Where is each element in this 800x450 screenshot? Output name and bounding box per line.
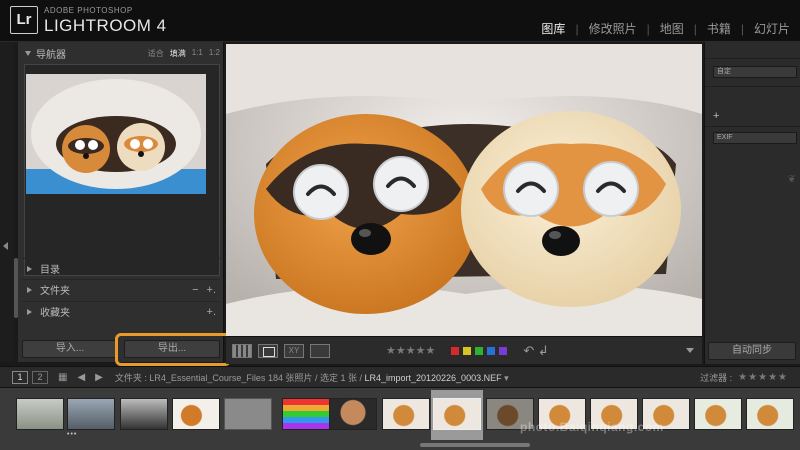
collapse-triangle-icon (27, 308, 32, 315)
filmstrip-thumbnail-selected[interactable] (433, 398, 481, 430)
filmstrip-thumbnail[interactable] (329, 398, 377, 430)
module-map[interactable]: 地图 (650, 20, 694, 37)
divider (705, 126, 800, 127)
source-path[interactable]: 文件夹 : LR4_Essential_Course_Files 184 张照片… (115, 371, 509, 384)
filmstrip-thumbnail[interactable] (172, 398, 220, 430)
divider (705, 58, 800, 59)
collapse-triangle-icon (27, 265, 32, 272)
collections-actions: +. (207, 306, 216, 318)
navigator-title: 导航器 (36, 49, 66, 61)
collapse-left-icon (3, 242, 8, 250)
module-library[interactable]: 图库 (531, 20, 575, 37)
panel-end-ornament-icon: ❦ (787, 174, 796, 185)
sync-button[interactable]: 自动同步 (708, 342, 796, 360)
add-keyword-icon[interactable]: + (713, 110, 719, 122)
main-photo-view[interactable] (226, 44, 702, 336)
rotate-icon[interactable]: ↶ ↲ (523, 343, 548, 359)
zoom-fit[interactable]: 适合 (148, 48, 164, 59)
brand-title: LIGHTROOM 4 (44, 16, 167, 35)
stack-dots: ••• (67, 431, 78, 438)
identity-plate: Lr ADOBE PHOTOSHOP LIGHTROOM 4 图库 | 修改照片… (0, 0, 800, 42)
zoom-1-1[interactable]: 1:1 (192, 48, 203, 59)
panel-folders-label: 文件夹 (40, 286, 70, 297)
expand-triangle-icon (25, 50, 31, 56)
navigator-zoom-options: 适合 填满 1:1 1:2 (148, 48, 220, 59)
color-label-red[interactable] (451, 346, 460, 355)
module-develop[interactable]: 修改照片 (579, 20, 647, 37)
import-button[interactable]: 导入... (22, 340, 118, 358)
zoom-fill[interactable]: 填满 (170, 48, 186, 59)
filmstrip-thumbnail[interactable] (120, 398, 168, 430)
color-label-yellow[interactable] (463, 346, 472, 355)
filter-label: 过滤器 : (700, 372, 733, 383)
left-panel: 导航器 适合 填满 1:1 1:2 目录 文件夹 − +. 收藏夹 +. 导入.… (18, 42, 224, 362)
color-label-blue[interactable] (487, 346, 496, 355)
panel-catalog[interactable]: 目录 (22, 258, 220, 278)
primary-window-button[interactable]: 1 (12, 370, 28, 384)
survey-view-button[interactable] (310, 343, 330, 358)
add-folder-button[interactable]: +. (207, 284, 216, 296)
panel-collections-label: 收藏夹 (40, 308, 70, 319)
panel-collections[interactable]: 收藏夹 +. (22, 301, 220, 321)
compare-view-button[interactable]: XY (284, 343, 304, 358)
preset-select[interactable]: 自定 (713, 66, 797, 78)
module-book[interactable]: 书籍 (697, 20, 741, 37)
filmstrip-thumbnail[interactable] (382, 398, 430, 430)
grid-icon[interactable]: ▦ (58, 372, 67, 383)
library-toolbar: XY ★★★★★ ↶ ↲ (226, 336, 702, 364)
grid-view-button[interactable] (232, 343, 252, 358)
source-prefix: 文件夹 : (114, 372, 150, 383)
export-highlight-annotation (115, 333, 231, 366)
filter-stars[interactable]: ★★★★★ (738, 372, 788, 383)
color-labels (451, 346, 508, 355)
selected-filename: LR4_import_20120226_0003.NEF (364, 372, 502, 383)
filmstrip-thumbnail[interactable] (746, 398, 794, 430)
navigator-header[interactable]: 导航器 适合 填满 1:1 1:2 (22, 44, 220, 62)
color-label-green[interactable] (475, 346, 484, 355)
filmstrip-thumbnail[interactable] (694, 398, 742, 430)
filmstrip-scrollbar[interactable] (420, 443, 530, 447)
right-panel: 自定 + EXIF ❦ (704, 42, 800, 364)
watermark: photo.Baiqinqiang.com (520, 420, 664, 434)
zoom-1-2[interactable]: 1:2 (209, 48, 220, 59)
metadata-select[interactable]: EXIF (713, 132, 797, 144)
filmstrip-thumbnail[interactable] (16, 398, 64, 430)
secondary-window-button[interactable]: 2 (32, 370, 48, 384)
rating-stars[interactable]: ★★★★★ (386, 344, 435, 357)
collapse-triangle-icon (27, 286, 32, 293)
filter-group: 过滤器 : ★★★★★ (700, 371, 788, 384)
chevron-down-icon: ▾ (504, 372, 509, 383)
left-panel-toggle[interactable] (0, 42, 14, 362)
loupe-view-button[interactable] (258, 343, 278, 358)
source-folder: LR4_Essential_Course_Files (149, 372, 266, 383)
lightroom-logo: Lr (10, 6, 38, 34)
remove-folder-button[interactable]: − (192, 284, 198, 296)
filmstrip-source-bar: 1 2 ▦ ◀ ▶ 文件夹 : LR4_Essential_Course_Fil… (0, 366, 800, 388)
brand-subtitle: ADOBE PHOTOSHOP (44, 6, 133, 15)
back-arrow-icon[interactable]: ◀ (77, 372, 85, 383)
toolbar-menu-icon[interactable] (686, 348, 694, 353)
module-picker: 图库 | 修改照片 | 地图 | 书籍 | 幻灯片 (531, 20, 800, 37)
add-collection-button[interactable]: +. (207, 306, 216, 318)
folders-actions: − +. (192, 284, 216, 296)
filmstrip-thumbnail[interactable] (282, 398, 330, 430)
filmstrip-thumbnail[interactable] (67, 398, 115, 430)
module-slideshow[interactable]: 幻灯片 (744, 20, 800, 37)
filmstrip[interactable]: ••• (0, 388, 800, 450)
divider (705, 86, 800, 87)
forward-arrow-icon[interactable]: ▶ (95, 372, 103, 383)
photo-count: 184 张照片 / 选定 1 张 / (267, 372, 365, 383)
panel-folders[interactable]: 文件夹 − +. (22, 279, 220, 299)
panel-catalog-label: 目录 (40, 265, 60, 276)
filmstrip-thumbnail[interactable] (224, 398, 272, 430)
color-label-purple[interactable] (499, 346, 508, 355)
navigator-thumbnail[interactable] (26, 74, 206, 194)
